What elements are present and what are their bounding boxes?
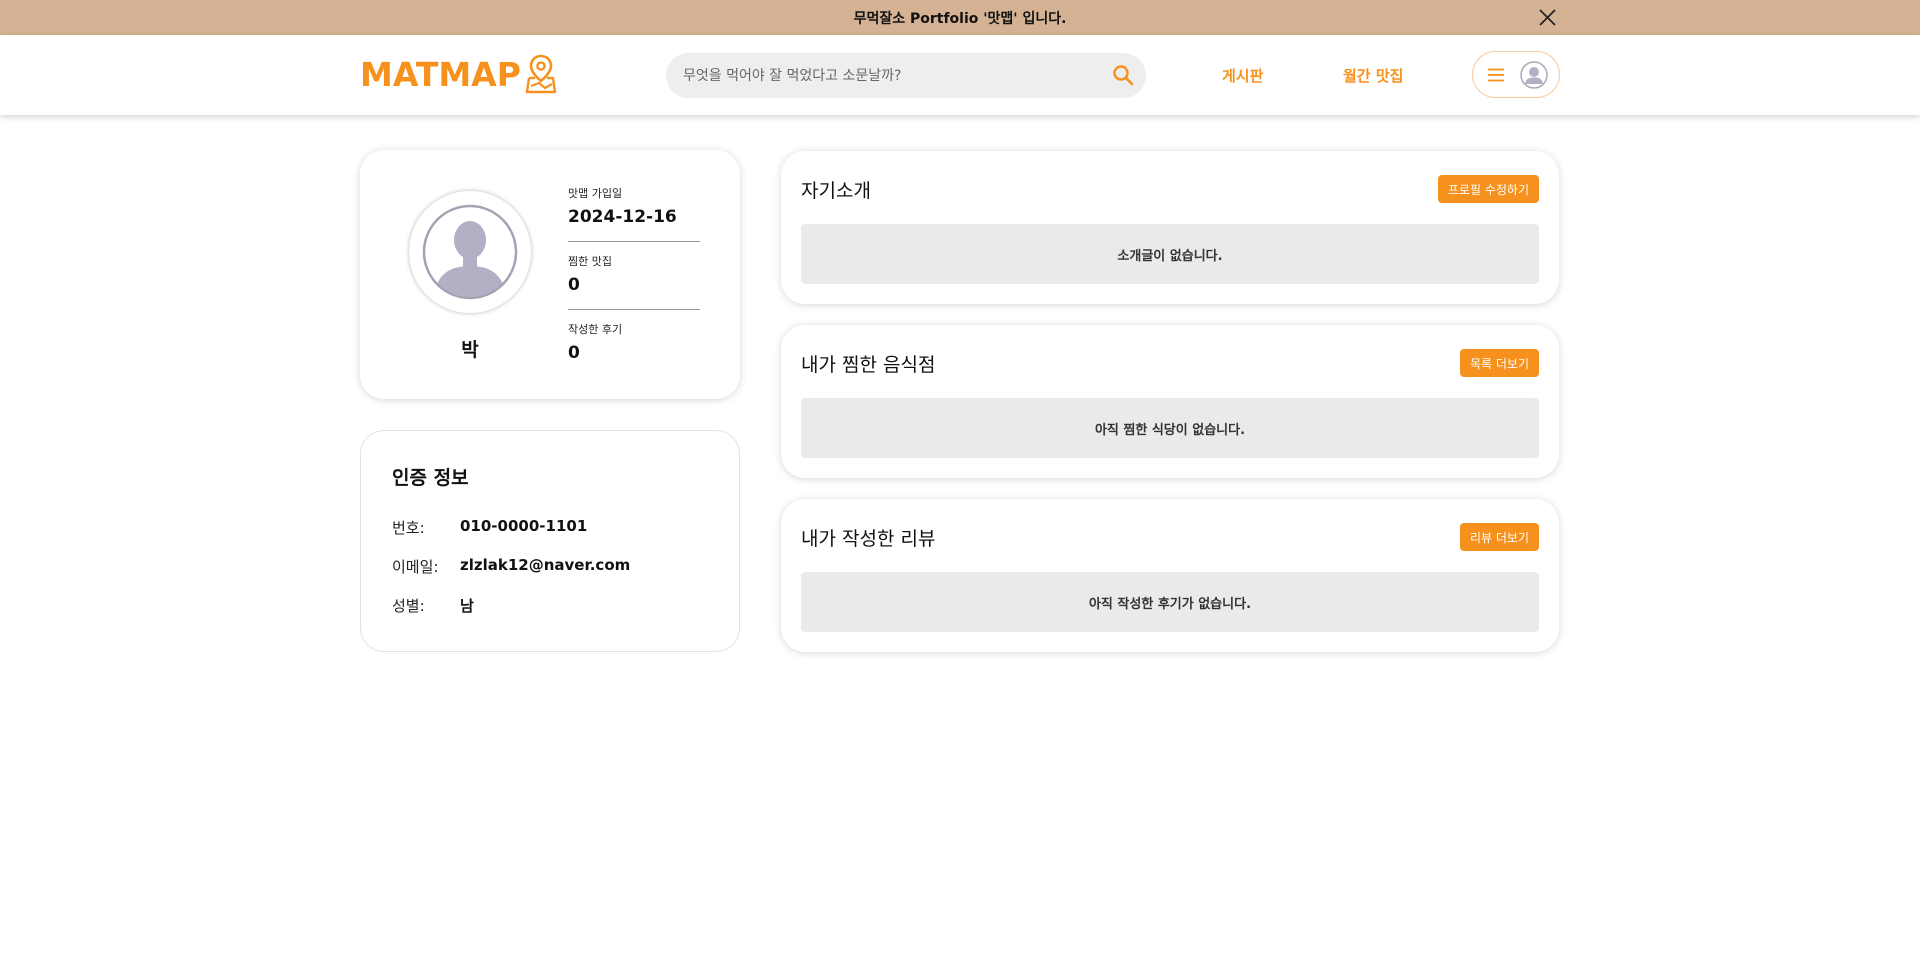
profile-name: 박 [461,339,479,361]
auth-row-email: 이메일: zlzlak12@naver.com [392,556,630,577]
auth-label: 이메일: [392,558,439,576]
header: MATMAP 게시판 월간 맛집 [0,35,1920,115]
stat-label: 작성한 후기 [568,323,623,336]
empty-message: 아직 찜한 식당이 없습니다. [801,398,1539,458]
stat-value: 2024-12-16 [568,207,677,227]
stat-value: 0 [568,275,580,295]
divider [568,241,700,242]
hamburger-menu-icon [1488,68,1504,82]
empty-message: 아직 작성한 후기가 없습니다. [801,572,1539,632]
stat-label: 맛맵 가입일 [568,187,623,200]
map-pin-icon [525,54,557,94]
auth-value: 010-0000-1101 [460,517,588,535]
edit-profile-button[interactable]: 프로필 수정하기 [1437,175,1539,203]
auth-value: 남 [460,597,474,615]
section-title: 내가 찜한 음식점 [801,354,936,376]
logo[interactable]: MATMAP [360,53,557,95]
auth-title: 인증 정보 [392,467,469,489]
search-icon[interactable] [1112,64,1134,86]
auth-value: zlzlak12@naver.com [460,556,631,574]
reviews-section: 내가 작성한 리뷰 리뷰 더보기 아직 작성한 후기가 없습니다. [781,499,1559,652]
avatar [409,191,531,313]
search-bar [666,53,1146,98]
top-banner: 무먹잘소 Portfolio '맛맵' 입니다. [0,0,1920,35]
banner-text: 무먹잘소 Portfolio '맛맵' 입니다. [853,10,1067,27]
search-input[interactable] [683,67,1083,84]
stat-value: 0 [568,343,580,363]
auth-label: 번호: [392,519,425,537]
stat-join-date: 맛맵 가입일 2024-12-16 [568,185,700,227]
nav-monthly-link[interactable]: 월간 맛집 [1343,65,1403,86]
close-icon[interactable] [1538,8,1557,27]
profile-card: 박 맛맵 가입일 2024-12-16 찜한 맛집 0 작성한 후기 0 [360,150,740,399]
nav-board-link[interactable]: 게시판 [1222,65,1263,86]
more-reviews-button[interactable]: 리뷰 더보기 [1459,523,1539,551]
user-silhouette-icon [422,204,518,300]
intro-section: 자기소개 프로필 수정하기 소개글이 없습니다. [781,151,1559,304]
section-title: 자기소개 [801,180,871,202]
auth-label: 성별: [392,597,425,615]
empty-message: 소개글이 없습니다. [801,224,1539,284]
stat-reviews: 작성한 후기 0 [568,321,700,363]
divider [568,309,700,310]
auth-info-card: 인증 정보 번호: 010-0000-1101 이메일: zlzlak12@na… [360,430,740,652]
avatar-icon [1520,61,1548,89]
more-favorites-button[interactable]: 목록 더보기 [1459,349,1539,377]
section-title: 내가 작성한 리뷰 [801,528,936,550]
stat-favorites: 찜한 맛집 0 [568,253,700,295]
stat-label: 찜한 맛집 [568,255,612,268]
logo-text: MATMAP [360,54,521,94]
auth-row-phone: 번호: 010-0000-1101 [392,517,587,538]
favorites-section: 내가 찜한 음식점 목록 더보기 아직 찜한 식당이 없습니다. [781,325,1559,478]
auth-row-gender: 성별: 남 [392,595,474,616]
user-menu-button[interactable] [1472,51,1560,98]
